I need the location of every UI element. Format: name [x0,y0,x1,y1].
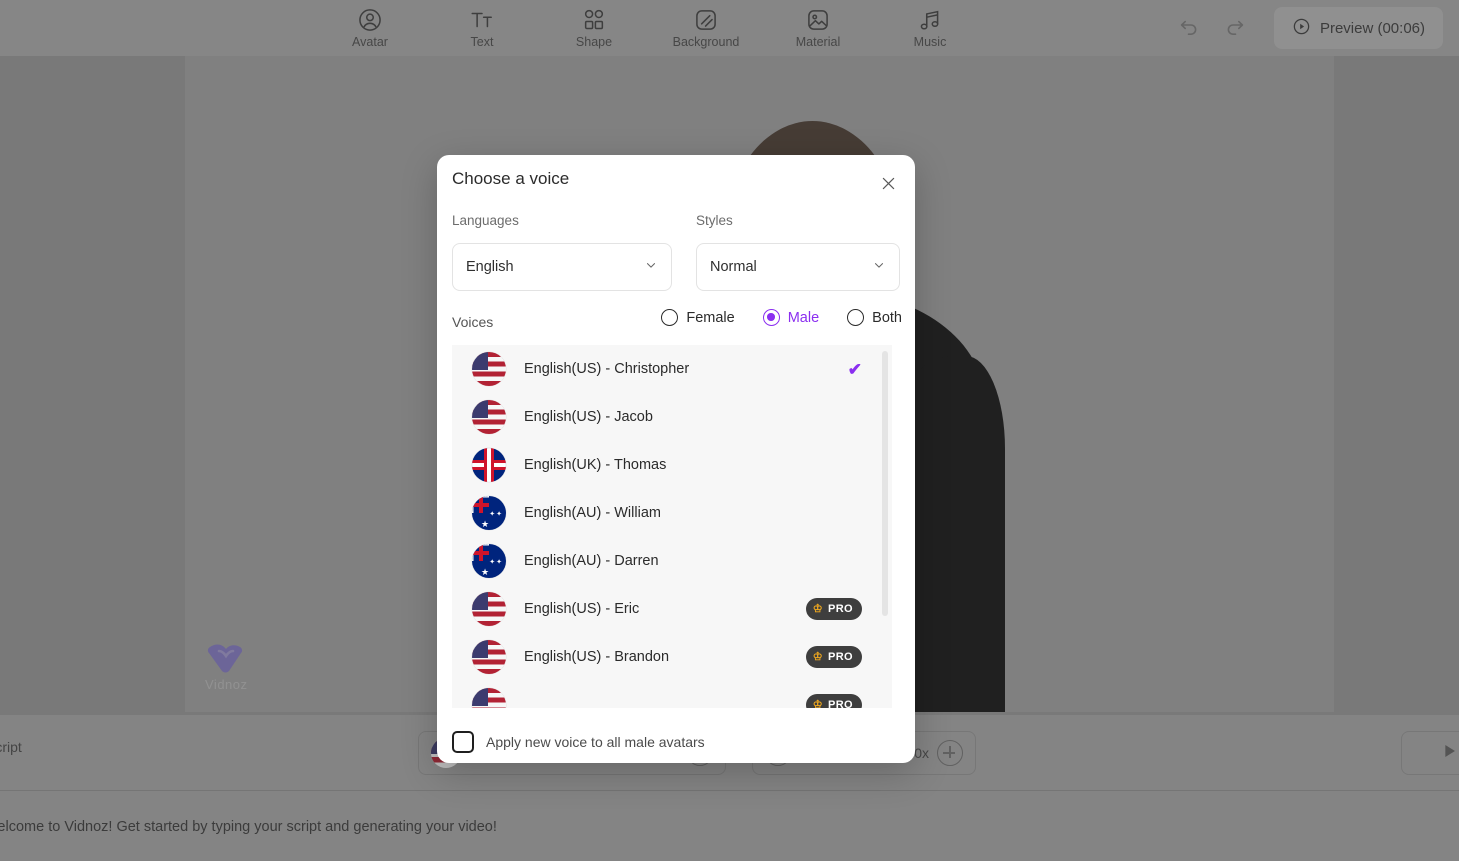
us-flag-icon [472,688,506,708]
apply-all-checkbox[interactable] [452,731,474,753]
pro-badge-label: PRO [827,651,853,663]
voice-list-item[interactable]: English(US) - Eric ♔ PRO [452,585,878,633]
gender-radio-male[interactable]: Male [762,309,820,326]
voice-list-item[interactable]: ✦✦ English(AU) - Darren [452,537,878,585]
pro-badge-label: PRO [827,603,853,615]
voice-list-item[interactable]: English(US) - Christopher ✔ [452,345,878,393]
pro-badge: ♔ PRO [805,646,862,668]
us-flag-icon [472,400,506,434]
voice-name: English(US) - Jacob [524,409,653,425]
chevron-down-icon [644,258,658,277]
au-flag-icon: ✦✦ [472,544,506,578]
apply-all-label: Apply new voice to all male avatars [486,734,705,750]
gender-radio-label: Female [686,309,735,326]
gender-radio-label: Male [787,309,820,326]
voice-name: English(AU) - Darren [524,553,659,569]
styles-label: Styles [696,213,733,228]
language-select-value: English [466,259,514,275]
pro-badge: ♔ PRO [805,694,862,708]
voices-label: Voices [452,314,494,330]
voice-list-item[interactable]: English(US) - Brandon ♔ PRO [452,633,878,681]
voice-list-scrollbar-thumb[interactable] [882,351,888,616]
us-flag-icon [472,352,506,386]
apply-all-row[interactable]: Apply new voice to all male avatars [452,731,705,753]
chevron-down-icon [872,258,886,277]
gender-radio-both[interactable]: Both [847,309,902,326]
gender-radio-female[interactable]: Female [661,309,735,326]
gender-radio-label: Both [872,309,902,326]
language-select[interactable]: English [452,243,672,291]
pro-badge: ♔ PRO [805,598,862,620]
pro-badge-label: PRO [827,699,853,708]
voice-name: English(US) - Eric [524,601,640,617]
radio-icon [847,309,865,326]
us-flag-icon [472,592,506,626]
dialog-title: Choose a voice [452,169,570,188]
gender-filter-group: Female Male Both [661,309,902,326]
voice-list-item[interactable]: ✦✦ English(AU) - William [452,489,878,537]
voice-name: English(AU) - William [524,505,661,521]
crown-icon: ♔ [812,698,823,708]
voice-list-item[interactable]: English(US) - Jacob [452,393,878,441]
crown-icon: ♔ [812,602,823,615]
voice-name: English(US) - Christopher [524,361,690,377]
radio-icon-selected [762,309,780,326]
languages-label: Languages [452,213,519,228]
close-icon[interactable] [874,169,902,197]
voice-list-item[interactable]: ♔ PRO [452,681,878,708]
check-icon: ✔ [847,359,862,379]
choose-voice-dialog: Choose a voice Languages Styles English … [437,155,915,763]
voice-name: English(UK) - Thomas [524,457,667,473]
style-select-value: Normal [710,259,757,275]
style-select[interactable]: Normal [696,243,900,291]
voice-list-scroll: English(US) - Christopher ✔ English(US) - … [452,345,878,708]
crown-icon: ♔ [812,650,823,663]
voice-list-item[interactable]: English(UK) - Thomas [452,441,878,489]
voice-name: English(US) - Brandon [524,649,670,665]
uk-flag-icon [472,448,506,482]
voice-list[interactable]: English(US) - Christopher ✔ English(US) - … [452,345,892,708]
us-flag-icon [472,640,506,674]
au-flag-icon: ✦✦ [472,496,506,530]
radio-icon [661,309,679,326]
